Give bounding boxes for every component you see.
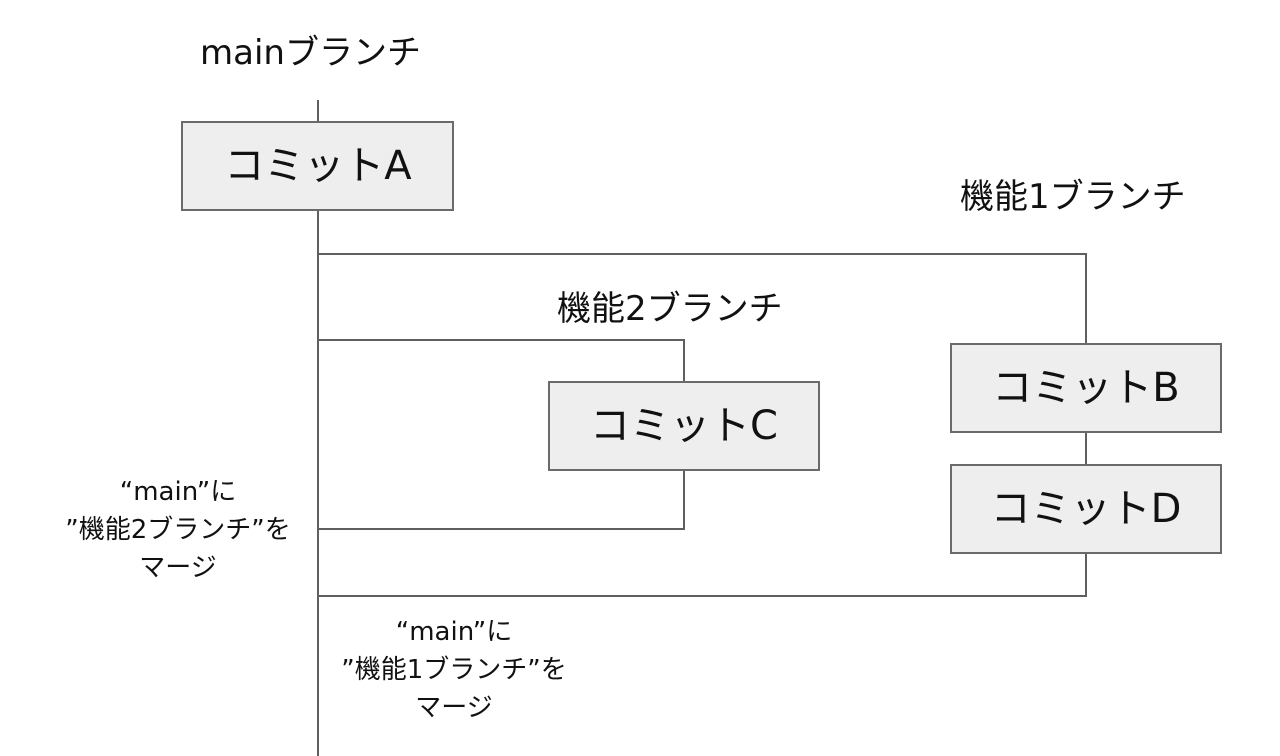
- merge-feature2-note: “main”に ”機能2ブランチ”を マージ: [65, 477, 290, 583]
- feature1-merge-line: [318, 553, 1087, 597]
- commit-a-label: コミットA: [224, 143, 412, 189]
- merge-feature1-note: “main”に ”機能1ブランチ”を マージ: [341, 617, 566, 723]
- commit-b-label: コミットB: [992, 365, 1179, 411]
- feature1-branch-label: 機能1ブランチ: [960, 177, 1186, 217]
- commit-d-label: コミットD: [991, 486, 1182, 532]
- merge-feature2-line-1: “main”に: [120, 477, 236, 507]
- merge-feature2-line-2: ”機能2ブランチ”を: [65, 515, 290, 545]
- branch-diagram: mainブランチ 機能1ブランチ 機能2ブランチ コミットA コミットB コミッ…: [65, 33, 1222, 756]
- feature2-branch-line: [318, 339, 685, 382]
- feature2-branch-label: 機能2ブランチ: [557, 289, 783, 329]
- merge-feature1-line-1: “main”に: [396, 617, 512, 647]
- commit-c-label: コミットC: [590, 403, 778, 449]
- merge-feature1-line-3: マージ: [415, 693, 492, 723]
- feature2-merge-line: [318, 470, 685, 530]
- merge-feature2-line-3: マージ: [139, 553, 216, 583]
- commit-b: コミットB: [950, 343, 1222, 433]
- merge-feature1-line-2: ”機能1ブランチ”を: [341, 655, 566, 685]
- main-branch-label: mainブランチ: [200, 33, 421, 73]
- commit-d: コミットD: [950, 464, 1222, 554]
- commit-c: コミットC: [548, 381, 820, 471]
- commit-a: コミットA: [181, 121, 454, 211]
